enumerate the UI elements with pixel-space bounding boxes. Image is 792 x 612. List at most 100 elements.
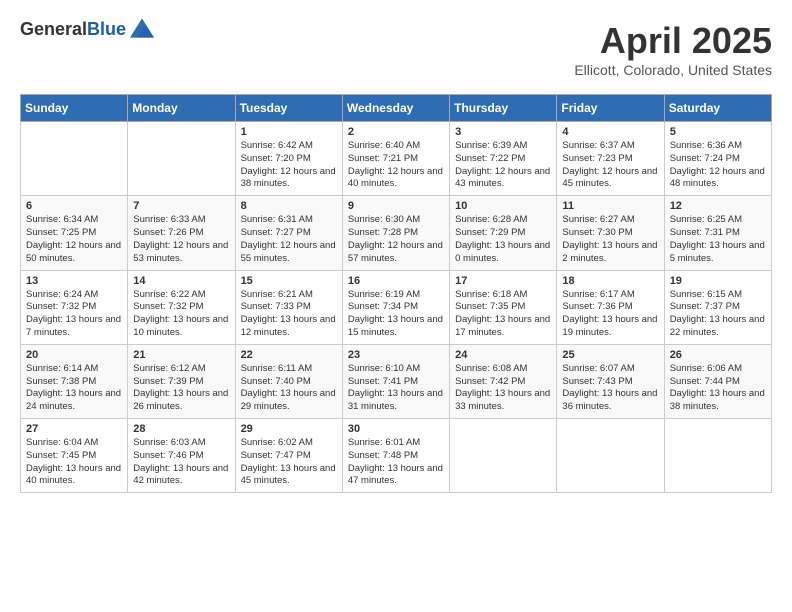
day-info: Sunrise: 6:01 AM Sunset: 7:48 PM Dayligh… xyxy=(348,437,444,488)
day-info: Sunrise: 6:42 AM Sunset: 7:20 PM Dayligh… xyxy=(241,140,337,191)
logo-text: GeneralBlue xyxy=(20,20,126,40)
day-number: 22 xyxy=(241,349,337,361)
day-info: Sunrise: 6:19 AM Sunset: 7:34 PM Dayligh… xyxy=(348,289,444,340)
day-number: 9 xyxy=(348,200,444,212)
month-title: April 2025 xyxy=(574,20,772,62)
calendar-day-cell: 28 Sunrise: 6:03 AM Sunset: 7:46 PM Dayli… xyxy=(128,419,235,493)
location: Ellicott, Colorado, United States xyxy=(574,62,772,78)
calendar-day-cell xyxy=(128,122,235,196)
calendar-week-row: 13Sunrise: 6:24 AM Sunset: 7:32 PM Dayli… xyxy=(21,270,772,344)
calendar-day-cell: 11 Sunrise: 6:27 AM Sunset: 7:30 PM Dayli… xyxy=(557,196,664,270)
calendar-day-cell: 22 Sunrise: 6:11 AM Sunset: 7:40 PM Dayli… xyxy=(235,344,342,418)
day-number: 2 xyxy=(348,126,444,138)
day-info: Sunrise: 6:31 AM Sunset: 7:27 PM Dayligh… xyxy=(241,214,337,265)
day-info: Sunrise: 6:25 AM Sunset: 7:31 PM Dayligh… xyxy=(670,214,766,265)
day-number: 21 xyxy=(133,349,229,361)
day-number: 20 xyxy=(26,349,122,361)
day-of-week-header: Friday xyxy=(557,95,664,122)
calendar-day-cell: 26 Sunrise: 6:06 AM Sunset: 7:44 PM Dayli… xyxy=(664,344,771,418)
day-number: 27 xyxy=(26,423,122,435)
title-section: April 2025 Ellicott, Colorado, United St… xyxy=(574,20,772,78)
calendar-table: SundayMondayTuesdayWednesdayThursdayFrid… xyxy=(20,94,772,493)
logo-icon xyxy=(130,18,154,38)
calendar-day-cell: 14Sunrise: 6:22 AM Sunset: 7:32 PM Dayli… xyxy=(128,270,235,344)
day-info: Sunrise: 6:02 AM Sunset: 7:47 PM Dayligh… xyxy=(241,437,337,488)
calendar-header: SundayMondayTuesdayWednesdayThursdayFrid… xyxy=(21,95,772,122)
page-header: GeneralBlue April 2025 Ellicott, Colorad… xyxy=(20,20,772,78)
day-number: 1 xyxy=(241,126,337,138)
day-info: Sunrise: 6:10 AM Sunset: 7:41 PM Dayligh… xyxy=(348,363,444,414)
calendar-day-cell: 6 Sunrise: 6:34 AM Sunset: 7:25 PM Daylig… xyxy=(21,196,128,270)
calendar-day-cell: 25Sunrise: 6:07 AM Sunset: 7:43 PM Dayli… xyxy=(557,344,664,418)
day-number: 6 xyxy=(26,200,122,212)
calendar-day-cell: 10 Sunrise: 6:28 AM Sunset: 7:29 PM Dayli… xyxy=(450,196,557,270)
day-of-week-header: Monday xyxy=(128,95,235,122)
day-info: Sunrise: 6:21 AM Sunset: 7:33 PM Dayligh… xyxy=(241,289,337,340)
calendar-day-cell xyxy=(450,419,557,493)
calendar-day-cell xyxy=(664,419,771,493)
calendar-day-cell: 27 Sunrise: 6:04 AM Sunset: 7:45 PM Dayli… xyxy=(21,419,128,493)
day-info: Sunrise: 6:36 AM Sunset: 7:24 PM Dayligh… xyxy=(670,140,766,191)
day-info: Sunrise: 6:28 AM Sunset: 7:29 PM Dayligh… xyxy=(455,214,551,265)
calendar-day-cell: 21Sunrise: 6:12 AM Sunset: 7:39 PM Dayli… xyxy=(128,344,235,418)
calendar-body: 1 Sunrise: 6:42 AM Sunset: 7:20 PM Daylig… xyxy=(21,122,772,493)
calendar-day-cell: 16 Sunrise: 6:19 AM Sunset: 7:34 PM Dayli… xyxy=(342,270,449,344)
day-number: 11 xyxy=(562,200,658,212)
day-number: 7 xyxy=(133,200,229,212)
day-number: 4 xyxy=(562,126,658,138)
day-number: 26 xyxy=(670,349,766,361)
day-number: 10 xyxy=(455,200,551,212)
day-info: Sunrise: 6:15 AM Sunset: 7:37 PM Dayligh… xyxy=(670,289,766,340)
day-info: Sunrise: 6:04 AM Sunset: 7:45 PM Dayligh… xyxy=(26,437,122,488)
calendar-day-cell xyxy=(21,122,128,196)
day-info: Sunrise: 6:14 AM Sunset: 7:38 PM Dayligh… xyxy=(26,363,122,414)
calendar-week-row: 20 Sunrise: 6:14 AM Sunset: 7:38 PM Dayli… xyxy=(21,344,772,418)
day-info: Sunrise: 6:06 AM Sunset: 7:44 PM Dayligh… xyxy=(670,363,766,414)
day-number: 15 xyxy=(241,275,337,287)
calendar-week-row: 27 Sunrise: 6:04 AM Sunset: 7:45 PM Dayli… xyxy=(21,419,772,493)
calendar-day-cell: 12 Sunrise: 6:25 AM Sunset: 7:31 PM Dayli… xyxy=(664,196,771,270)
logo-general: GeneralBlue xyxy=(20,20,126,40)
day-of-week-header: Wednesday xyxy=(342,95,449,122)
day-info: Sunrise: 6:07 AM Sunset: 7:43 PM Dayligh… xyxy=(562,363,658,414)
calendar-week-row: 1 Sunrise: 6:42 AM Sunset: 7:20 PM Daylig… xyxy=(21,122,772,196)
calendar-day-cell: 4 Sunrise: 6:37 AM Sunset: 7:23 PM Daylig… xyxy=(557,122,664,196)
day-info: Sunrise: 6:40 AM Sunset: 7:21 PM Dayligh… xyxy=(348,140,444,191)
calendar-day-cell: 9Sunrise: 6:30 AM Sunset: 7:28 PM Daylig… xyxy=(342,196,449,270)
day-of-week-header: Thursday xyxy=(450,95,557,122)
calendar-day-cell: 3Sunrise: 6:39 AM Sunset: 7:22 PM Daylig… xyxy=(450,122,557,196)
calendar-day-cell: 2 Sunrise: 6:40 AM Sunset: 7:21 PM Daylig… xyxy=(342,122,449,196)
day-number: 13 xyxy=(26,275,122,287)
day-info: Sunrise: 6:03 AM Sunset: 7:46 PM Dayligh… xyxy=(133,437,229,488)
day-number: 30 xyxy=(348,423,444,435)
calendar-week-row: 6 Sunrise: 6:34 AM Sunset: 7:25 PM Daylig… xyxy=(21,196,772,270)
day-info: Sunrise: 6:39 AM Sunset: 7:22 PM Dayligh… xyxy=(455,140,551,191)
calendar-day-cell: 30 Sunrise: 6:01 AM Sunset: 7:48 PM Dayli… xyxy=(342,419,449,493)
calendar-day-cell: 18 Sunrise: 6:17 AM Sunset: 7:36 PM Dayli… xyxy=(557,270,664,344)
day-info: Sunrise: 6:11 AM Sunset: 7:40 PM Dayligh… xyxy=(241,363,337,414)
calendar-day-cell: 1 Sunrise: 6:42 AM Sunset: 7:20 PM Daylig… xyxy=(235,122,342,196)
calendar-day-cell: 19Sunrise: 6:15 AM Sunset: 7:37 PM Dayli… xyxy=(664,270,771,344)
day-of-week-header: Tuesday xyxy=(235,95,342,122)
day-info: Sunrise: 6:18 AM Sunset: 7:35 PM Dayligh… xyxy=(455,289,551,340)
calendar-day-cell: 23Sunrise: 6:10 AM Sunset: 7:41 PM Dayli… xyxy=(342,344,449,418)
day-number: 24 xyxy=(455,349,551,361)
day-number: 16 xyxy=(348,275,444,287)
day-number: 28 xyxy=(133,423,229,435)
day-info: Sunrise: 6:27 AM Sunset: 7:30 PM Dayligh… xyxy=(562,214,658,265)
calendar-day-cell: 29Sunrise: 6:02 AM Sunset: 7:47 PM Dayli… xyxy=(235,419,342,493)
calendar-day-cell: 17 Sunrise: 6:18 AM Sunset: 7:35 PM Dayli… xyxy=(450,270,557,344)
calendar-day-cell: 5Sunrise: 6:36 AM Sunset: 7:24 PM Daylig… xyxy=(664,122,771,196)
calendar-day-cell: 20 Sunrise: 6:14 AM Sunset: 7:38 PM Dayli… xyxy=(21,344,128,418)
day-number: 18 xyxy=(562,275,658,287)
day-info: Sunrise: 6:37 AM Sunset: 7:23 PM Dayligh… xyxy=(562,140,658,191)
day-info: Sunrise: 6:08 AM Sunset: 7:42 PM Dayligh… xyxy=(455,363,551,414)
calendar-day-cell: 15 Sunrise: 6:21 AM Sunset: 7:33 PM Dayli… xyxy=(235,270,342,344)
day-number: 17 xyxy=(455,275,551,287)
day-number: 12 xyxy=(670,200,766,212)
day-info: Sunrise: 6:34 AM Sunset: 7:25 PM Dayligh… xyxy=(26,214,122,265)
day-of-week-header: Saturday xyxy=(664,95,771,122)
logo: GeneralBlue xyxy=(20,20,154,40)
day-of-week-header: Sunday xyxy=(21,95,128,122)
day-info: Sunrise: 6:17 AM Sunset: 7:36 PM Dayligh… xyxy=(562,289,658,340)
